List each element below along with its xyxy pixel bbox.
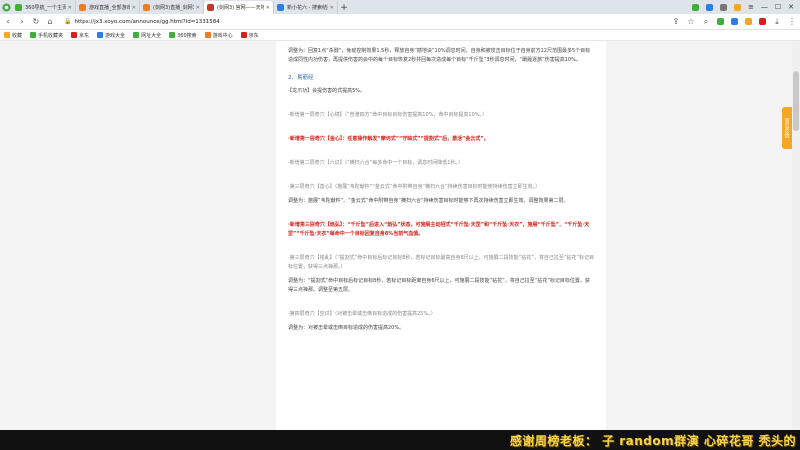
article-paragraph: ·【龙爪功】会提伤害的式提高5%。 [288,88,366,94]
search-icon[interactable]: ⌕ [702,17,710,27]
article-paragraph-adjust: 调整为：“提割式”命中目标后标记目标8秒，若标记目标距离自身6尺以上，可施展二段… [288,278,590,293]
tab-close-icon[interactable]: ✕ [266,5,270,11]
tab-close-icon[interactable]: ✕ [196,5,200,11]
bookmark-label: 游戏大全 [105,32,126,39]
ext-blue-icon[interactable] [731,18,738,25]
bookmark-label: 京东 [79,32,90,39]
article-paragraph-adjust: 调整为：对被击晕或击倒目标造成的伤害提高20%。 [288,325,405,331]
article-body: 调整为：回复1点“杀戮”，免疫控制效果1.5秒，释放自身“撼地诀”10%调息时间… [276,41,606,430]
search-icon [169,32,176,38]
bookmark-item[interactable]: 收藏 [4,32,22,39]
article-paragraph: ·新增第二层奇穴【六识】（“横扫六合”每多命中一个目标，调息时间降低1秒。） [288,160,463,166]
article-paragraph: ·新增第一层奇穴【心镜】（“普渡四方”命中目标目标伤害提高10%，命中目标提高1… [288,112,488,118]
bookmark-label: 京东 [248,32,259,39]
article-paragraph-highlight: ·新增第三层奇穴【焰弘】：“千斤坠”后进入“焰弘”状态，可施展主动招式“千斤坠·… [288,222,590,237]
star-icon [4,32,10,38]
ext-orange-icon[interactable] [733,3,741,11]
stream-overlay: 感谢周榜老板： 子 random群演 心碎花哥 秃头的 [0,430,800,450]
bookmarks-bar: 收藏 手机收藏夹 京东 游戏大全 网址大全 360搜索 游戏中心 京东 [0,30,800,41]
bookmark-item[interactable]: 手机收藏夹 [30,32,63,39]
article-paragraph-highlight: ·新增第一层奇穴【金心】：任意操作触发“摩诃式”“守缺式”“提割式”后，激活“金… [288,136,489,142]
browser-tab[interactable]: (剑网3)直播_剑网3直播间推荐 ✕ [140,1,204,14]
bookmark-item[interactable]: 京东 [240,32,259,39]
star-icon[interactable]: ☆ [687,17,695,26]
ext-orange-icon[interactable] [745,18,752,25]
lock-icon: 🔒 [64,18,72,25]
tab-strip: 360导航_一个主页，整个世界 ✕ 游戏直播_全部游戏直播_斗鱼直播 ✕ (剑网… [0,0,800,14]
reload-icon[interactable]: ↻ [32,17,40,26]
browser-tab[interactable]: 游戏直播_全部游戏直播_斗鱼直播 ✕ [76,1,140,14]
article-paragraph: 调整为：回复1点“杀戮”，免疫控制效果1.5秒，释放自身“撼地诀”10%调息时间… [288,48,591,63]
tab-title: (剑网3)直播_剑网3直播间推荐 [153,5,194,11]
tab-close-icon[interactable]: ✕ [330,5,334,11]
browser-tab[interactable]: 360导航_一个主页，整个世界 ✕ [12,1,76,14]
article-paragraph-adjust: 调整为：施展“韦陀献杵”、“金云式”命中附带自身“横扫六合”持续伤害目标时能够下… [288,198,569,204]
section-heading: 2、易筋经 [288,75,314,81]
article-paragraph: ·第三层奇穴【铭乱】（“提割式”命中目标后标记目标8秒，若标记目标最高自身8尺以… [288,255,595,270]
tab-close-icon[interactable]: ✕ [132,5,136,11]
article-paragraph: ·第三层奇穴【善心】（施展“韦陀献杵”“金云式”命中附带自身“横扫六合”持续伤害… [288,184,541,190]
phone-icon [30,32,37,38]
tab-favicon-icon [277,4,284,11]
share-icon[interactable]: ⇪ [672,17,680,26]
url-field[interactable]: 🔒 https://jx3.xoyo.com/announce/gg.html?… [60,16,590,27]
browser-tab[interactable]: 新小花六 - 搜索结果 - 头条搜索 ✕ [274,1,338,14]
more-icon[interactable]: ⋮ [788,17,796,26]
ext-blue-icon[interactable] [705,3,713,11]
tab-favicon-icon [207,4,214,11]
tab-favicon-icon [15,4,22,11]
menu-icon[interactable]: ≡ [748,3,754,11]
bookmark-item[interactable]: 游戏大全 [97,32,125,39]
home-icon[interactable]: ⌂ [46,17,54,26]
game-icon [97,32,104,38]
jd-icon [240,32,247,38]
back-icon[interactable]: ‹ [4,17,12,26]
downloads-icon[interactable]: ⤓ [773,17,781,27]
globe-icon [133,32,140,38]
bookmark-item[interactable]: 游戏中心 [204,32,233,39]
new-tab-button[interactable]: + [338,1,350,14]
overlay-marquee-text: 感谢周榜老板： 子 random群演 心碎花哥 秃头的 [509,433,796,448]
tab-title: 游戏直播_全部游戏直播_斗鱼直播 [89,5,130,11]
address-bar: ‹ › ↻ ⌂ 🔒 https://jx3.xoyo.com/announce/… [0,14,800,30]
bookmark-label: 网址大全 [141,32,162,39]
bookmark-label: 360搜索 [177,32,197,39]
minimize-icon[interactable]: — [761,3,768,11]
ext-green-icon[interactable] [691,3,699,11]
url-text: https://jx3.xoyo.com/announce/gg.html?id… [74,18,220,25]
feedback-tab[interactable]: 意见反馈 [782,107,792,149]
tab-favicon-icon [79,4,86,11]
ext-red-icon[interactable] [759,18,766,25]
bookmark-label: 收藏 [12,32,23,39]
bookmark-item[interactable]: 360搜索 [169,32,197,39]
browser-tab-active[interactable]: (剑网3) 官网——天地代剑 ✕ [204,1,274,14]
bookmark-item[interactable]: 京东 [71,32,89,39]
scrollbar-thumb[interactable] [793,71,799,131]
ext-green-icon[interactable] [717,18,724,25]
browser-logo-icon[interactable] [0,0,12,14]
bookmark-item[interactable]: 网址大全 [133,32,161,39]
tab-title: 新小花六 - 搜索结果 - 头条搜索 [287,5,328,11]
tab-close-icon[interactable]: ✕ [68,5,72,11]
tab-favicon-icon [143,4,150,11]
bookmark-label: 游戏中心 [212,32,233,39]
window-controls: ≡ — ☐ ✕ [691,0,800,14]
ext-gray-icon[interactable] [719,3,727,11]
scrollbar[interactable] [792,41,800,430]
tab-title: (剑网3) 官网——天地代剑 [217,5,264,11]
page-viewport: 调整为：回复1点“杀戮”，免疫控制效果1.5秒，释放自身“撼地诀”10%调息时间… [0,41,800,430]
bookmark-label: 手机收藏夹 [38,32,64,39]
article-paragraph: ·第四层奇穴【空识】（对被击晕或击倒目标造成的伤害提高25%。） [288,311,436,317]
maximize-icon[interactable]: ☐ [775,3,781,11]
address-bar-actions: ⇪ ☆ ⌕ ⤓ ⋮ [672,17,796,27]
jd-icon [71,32,78,38]
gamepad-icon [204,32,211,38]
forward-icon[interactable]: › [18,17,26,26]
close-window-icon[interactable]: ✕ [788,3,794,11]
tab-title: 360导航_一个主页，整个世界 [25,5,66,11]
